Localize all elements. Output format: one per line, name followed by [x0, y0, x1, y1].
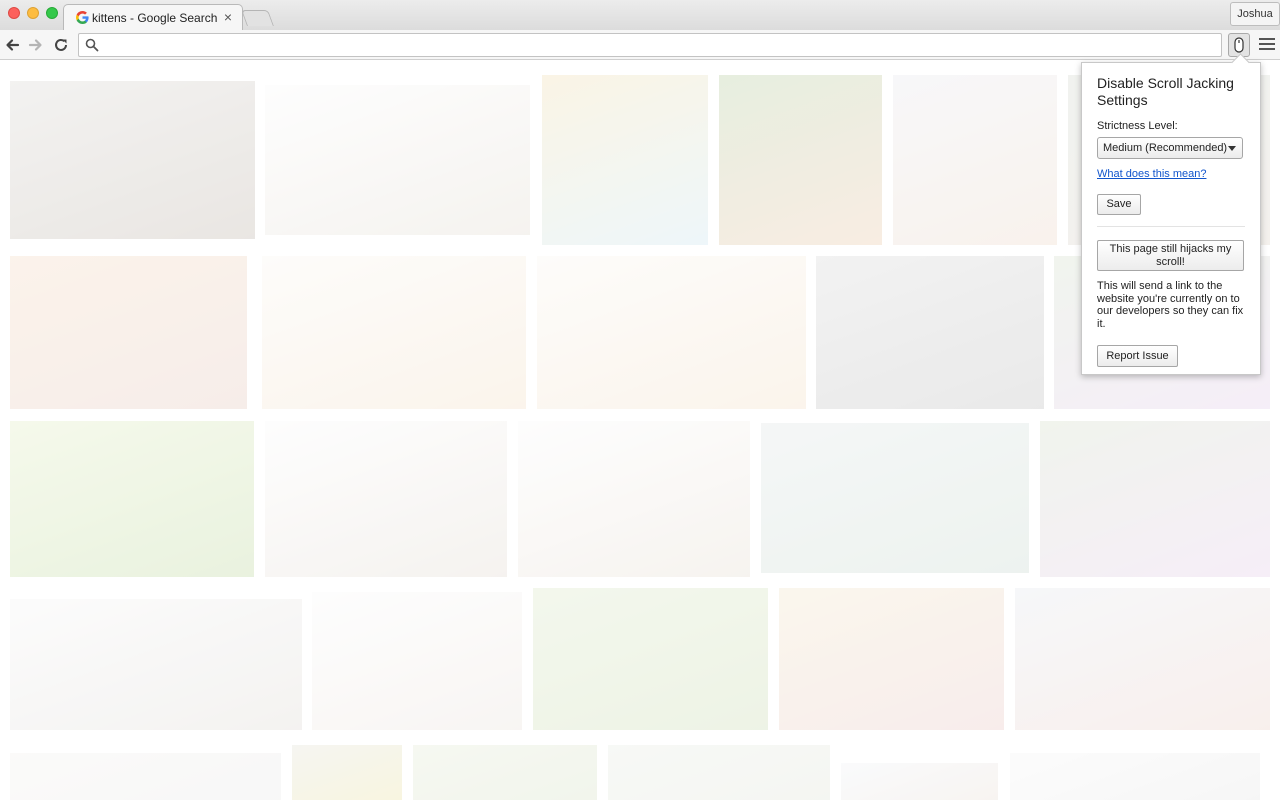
extension-popup: Disable Scroll Jacking Settings Strictne…: [1081, 53, 1261, 375]
new-tab-button[interactable]: [241, 10, 274, 26]
address-input[interactable]: [103, 36, 1217, 56]
image-result[interactable]: [10, 421, 254, 577]
window-titlebar: kittens - Google Search × Joshua: [0, 0, 1280, 30]
strictness-label: Strictness Level:: [1097, 120, 1178, 132]
maximize-window-button[interactable]: [46, 7, 58, 19]
help-link[interactable]: What does this mean?: [1097, 168, 1245, 180]
image-result[interactable]: [265, 85, 530, 235]
image-result[interactable]: [841, 763, 998, 800]
forward-arrow-icon[interactable]: [27, 36, 45, 54]
tab-close-icon[interactable]: ×: [224, 9, 232, 25]
image-result[interactable]: [542, 75, 708, 245]
image-result[interactable]: [537, 256, 806, 409]
image-result[interactable]: [1040, 421, 1270, 577]
mouse-icon: [1234, 37, 1244, 53]
image-result[interactable]: [779, 588, 1004, 730]
address-bar[interactable]: [78, 33, 1222, 57]
image-result[interactable]: [10, 256, 247, 409]
report-issue-button[interactable]: Report Issue: [1097, 345, 1178, 367]
close-window-button[interactable]: [8, 7, 20, 19]
google-favicon-icon: [76, 11, 89, 24]
report-description: This will send a link to the website you…: [1097, 280, 1244, 330]
image-result[interactable]: [761, 423, 1029, 573]
image-result[interactable]: [816, 256, 1044, 409]
image-result[interactable]: [292, 745, 402, 800]
image-result[interactable]: [1010, 753, 1260, 800]
divider: [1097, 226, 1245, 227]
image-result[interactable]: [10, 81, 255, 239]
popup-title: Disable Scroll Jacking Settings: [1097, 75, 1234, 108]
image-result[interactable]: [518, 421, 750, 577]
image-result[interactable]: [262, 256, 526, 409]
image-result[interactable]: [608, 745, 830, 800]
tab-title: kittens - Google Search: [92, 11, 218, 25]
image-result[interactable]: [413, 745, 597, 800]
save-button[interactable]: Save: [1097, 194, 1141, 215]
strictness-selected-value: Medium (Recommended): [1103, 142, 1228, 154]
back-arrow-icon[interactable]: [3, 36, 21, 54]
hamburger-menu-icon[interactable]: [1259, 38, 1275, 52]
image-result[interactable]: [893, 75, 1057, 245]
image-result[interactable]: [10, 753, 281, 800]
image-result[interactable]: [312, 592, 522, 730]
image-result[interactable]: [10, 599, 302, 730]
image-result[interactable]: [265, 421, 507, 577]
profile-button[interactable]: Joshua: [1230, 2, 1280, 26]
minimize-window-button[interactable]: [27, 7, 39, 19]
search-icon: [85, 38, 99, 52]
chevron-down-icon: [1228, 146, 1236, 151]
image-result[interactable]: [719, 75, 882, 245]
image-result[interactable]: [533, 588, 768, 730]
strictness-select[interactable]: Medium (Recommended): [1097, 137, 1243, 159]
browser-toolbar: [0, 30, 1280, 60]
still-hijacks-button[interactable]: This page still hijacks my scroll!: [1097, 240, 1244, 271]
image-result[interactable]: [1015, 588, 1270, 730]
reload-icon[interactable]: [52, 36, 70, 54]
tab-active[interactable]: kittens - Google Search ×: [63, 4, 243, 30]
